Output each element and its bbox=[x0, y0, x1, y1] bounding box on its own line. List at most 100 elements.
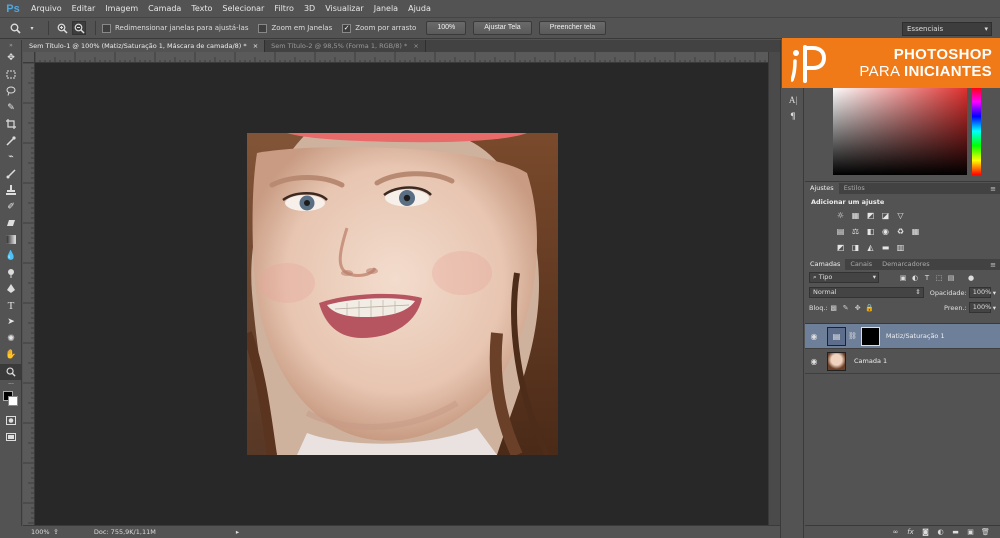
threshold-icon[interactable]: ◭ bbox=[865, 242, 876, 253]
fit-screen-button[interactable]: Ajustar Tela bbox=[473, 21, 532, 35]
layer-name[interactable]: Camada 1 bbox=[854, 357, 887, 365]
fill-input[interactable]: 100% bbox=[968, 302, 991, 313]
lasso-tool-icon[interactable] bbox=[0, 83, 22, 100]
export-icon[interactable]: ⇪ bbox=[53, 528, 59, 536]
filter-type-icon[interactable]: T bbox=[921, 272, 933, 283]
healing-brush-tool-icon[interactable]: ⌁ bbox=[0, 149, 22, 166]
filter-pixel-icon[interactable]: ▣ bbox=[897, 272, 909, 283]
menu-imagem[interactable]: Imagem bbox=[100, 0, 143, 17]
color-picker-field[interactable] bbox=[833, 87, 967, 175]
ruler-origin[interactable] bbox=[23, 52, 35, 63]
exposure-icon[interactable]: ◪ bbox=[880, 210, 891, 221]
zoom-tool-icon[interactable] bbox=[8, 21, 22, 35]
lock-position-icon[interactable]: ✥ bbox=[852, 302, 864, 313]
eraser-tool-icon[interactable] bbox=[0, 215, 22, 232]
delete-layer-icon[interactable]: 🗑 bbox=[981, 528, 990, 537]
layer-style-icon[interactable]: fx bbox=[906, 528, 915, 537]
document-photo[interactable] bbox=[247, 133, 558, 455]
channel-mixer-icon[interactable]: ♻ bbox=[895, 226, 906, 237]
tab-document-2[interactable]: Sem Título-2 @ 98,5% (Forma 1, RGB/8) * … bbox=[265, 40, 426, 52]
tab-canais[interactable]: Canais bbox=[845, 259, 877, 270]
blend-mode-select[interactable]: Normal ⇕ bbox=[809, 287, 924, 298]
color-swatches[interactable] bbox=[0, 388, 22, 412]
eye-icon[interactable]: ◉ bbox=[805, 357, 823, 366]
crop-tool-icon[interactable] bbox=[0, 116, 22, 133]
menu-ajuda[interactable]: Ajuda bbox=[403, 0, 436, 17]
filter-adjustment-icon[interactable]: ◐ bbox=[909, 272, 921, 283]
checkbox-box[interactable] bbox=[258, 23, 268, 33]
layer-filter-select[interactable]: ⌕ Tipo ▾ bbox=[809, 272, 879, 283]
zoom-out-icon[interactable] bbox=[72, 21, 86, 35]
filter-toggle-icon[interactable]: ● bbox=[965, 272, 977, 283]
quick-mask-icon[interactable] bbox=[0, 412, 22, 429]
screen-mode-icon[interactable] bbox=[0, 429, 22, 446]
path-selection-tool-icon[interactable]: ➤ bbox=[0, 314, 22, 331]
zoom-100-button[interactable]: 100% bbox=[426, 21, 467, 35]
history-brush-tool-icon[interactable]: ✐ bbox=[0, 199, 22, 216]
layer-row[interactable]: ◉ ▤ ⛓ Matiz/Saturação 1 bbox=[805, 324, 1000, 349]
gradient-tool-icon[interactable] bbox=[0, 232, 22, 249]
menu-editar[interactable]: Editar bbox=[67, 0, 101, 17]
menu-filtro[interactable]: Filtro bbox=[269, 0, 299, 17]
quick-selection-tool-icon[interactable]: ✎ bbox=[0, 100, 22, 117]
vertical-scrollbar[interactable] bbox=[768, 52, 780, 525]
move-tool-icon[interactable]: ✥ bbox=[0, 50, 22, 67]
close-icon[interactable]: × bbox=[413, 42, 418, 50]
tab-ajustes[interactable]: Ajustes bbox=[805, 183, 839, 194]
black-white-icon[interactable]: ◧ bbox=[865, 226, 876, 237]
zoom-all-checkbox[interactable]: Zoom em Janelas bbox=[258, 23, 332, 33]
menu-janela[interactable]: Janela bbox=[369, 0, 403, 17]
photo-filter-icon[interactable]: ◉ bbox=[880, 226, 891, 237]
new-adjustment-icon[interactable]: ◐ bbox=[936, 528, 945, 537]
horizontal-ruler[interactable] bbox=[35, 52, 768, 63]
zoom-in-icon[interactable] bbox=[55, 21, 69, 35]
type-tool-icon[interactable]: T bbox=[0, 298, 22, 315]
menu-3d[interactable]: 3D bbox=[299, 0, 320, 17]
menu-visualizar[interactable]: Visualizar bbox=[320, 0, 369, 17]
dodge-tool-icon[interactable] bbox=[0, 265, 22, 282]
fill-slider-chevron-icon[interactable]: ▾ bbox=[993, 304, 996, 312]
link-layers-icon[interactable]: ∞ bbox=[891, 528, 900, 537]
tab-document-1[interactable]: Sem Título-1 @ 100% (Matiz/Saturação 1, … bbox=[23, 40, 266, 52]
collapse-arrows-icon[interactable]: » bbox=[0, 40, 22, 50]
lock-all-icon[interactable]: 🔒 bbox=[864, 302, 876, 313]
zoom-level[interactable]: 100% bbox=[23, 528, 50, 536]
posterize-icon[interactable]: ◨ bbox=[850, 242, 861, 253]
fill-screen-button[interactable]: Preencher tela bbox=[538, 21, 607, 35]
curves-icon[interactable]: ◩ bbox=[865, 210, 876, 221]
color-balance-icon[interactable]: ⚖ bbox=[850, 226, 861, 237]
chain-link-icon[interactable]: ⛓ bbox=[848, 332, 857, 340]
layer-row[interactable]: ◉ Camada 1 bbox=[805, 349, 1000, 374]
menu-camada[interactable]: Camada bbox=[143, 0, 186, 17]
brightness-icon[interactable]: ☼ bbox=[835, 210, 846, 221]
new-layer-icon[interactable]: ▣ bbox=[966, 528, 975, 537]
opacity-slider-chevron-icon[interactable]: ▾ bbox=[993, 289, 996, 297]
more-tools-icon[interactable]: ··· bbox=[0, 380, 22, 388]
checkmark-icon[interactable]: ✓ bbox=[342, 23, 352, 33]
eyedropper-tool-icon[interactable] bbox=[0, 133, 22, 150]
close-icon[interactable]: × bbox=[253, 42, 258, 50]
lock-pixels-icon[interactable]: ✎ bbox=[840, 302, 852, 313]
scrubby-zoom-checkbox[interactable]: ✓ Zoom por arrasto bbox=[342, 23, 416, 33]
lock-transparency-icon[interactable]: ▩ bbox=[828, 302, 840, 313]
eye-icon[interactable]: ◉ bbox=[805, 332, 823, 341]
blur-tool-icon[interactable]: 💧 bbox=[0, 248, 22, 265]
hue-slider[interactable] bbox=[972, 87, 981, 175]
gradient-map-icon[interactable]: ▬ bbox=[880, 242, 891, 253]
tool-preset-chevron-icon[interactable]: ▾ bbox=[25, 21, 39, 35]
workspace-select[interactable]: Essenciais ▾ bbox=[902, 22, 992, 36]
character-panel-icon[interactable]: A| bbox=[781, 91, 805, 108]
hue-saturation-icon[interactable]: ▤ bbox=[835, 226, 846, 237]
levels-icon[interactable]: ▦ bbox=[850, 210, 861, 221]
resize-windows-checkbox[interactable]: Redimensionar janelas para ajustá-las bbox=[102, 23, 248, 33]
clone-stamp-tool-icon[interactable] bbox=[0, 182, 22, 199]
custom-shape-tool-icon[interactable]: ✺ bbox=[0, 331, 22, 348]
new-group-icon[interactable]: ▬ bbox=[951, 528, 960, 537]
opacity-input[interactable]: 100% bbox=[968, 287, 991, 298]
panel-menu-icon[interactable]: ≡ bbox=[990, 261, 1000, 269]
brush-tool-icon[interactable] bbox=[0, 166, 22, 183]
hand-tool-icon[interactable]: ✋ bbox=[0, 347, 22, 364]
menu-texto[interactable]: Texto bbox=[186, 0, 217, 17]
invert-icon[interactable]: ◩ bbox=[835, 242, 846, 253]
add-mask-icon[interactable]: ◙ bbox=[921, 528, 930, 537]
